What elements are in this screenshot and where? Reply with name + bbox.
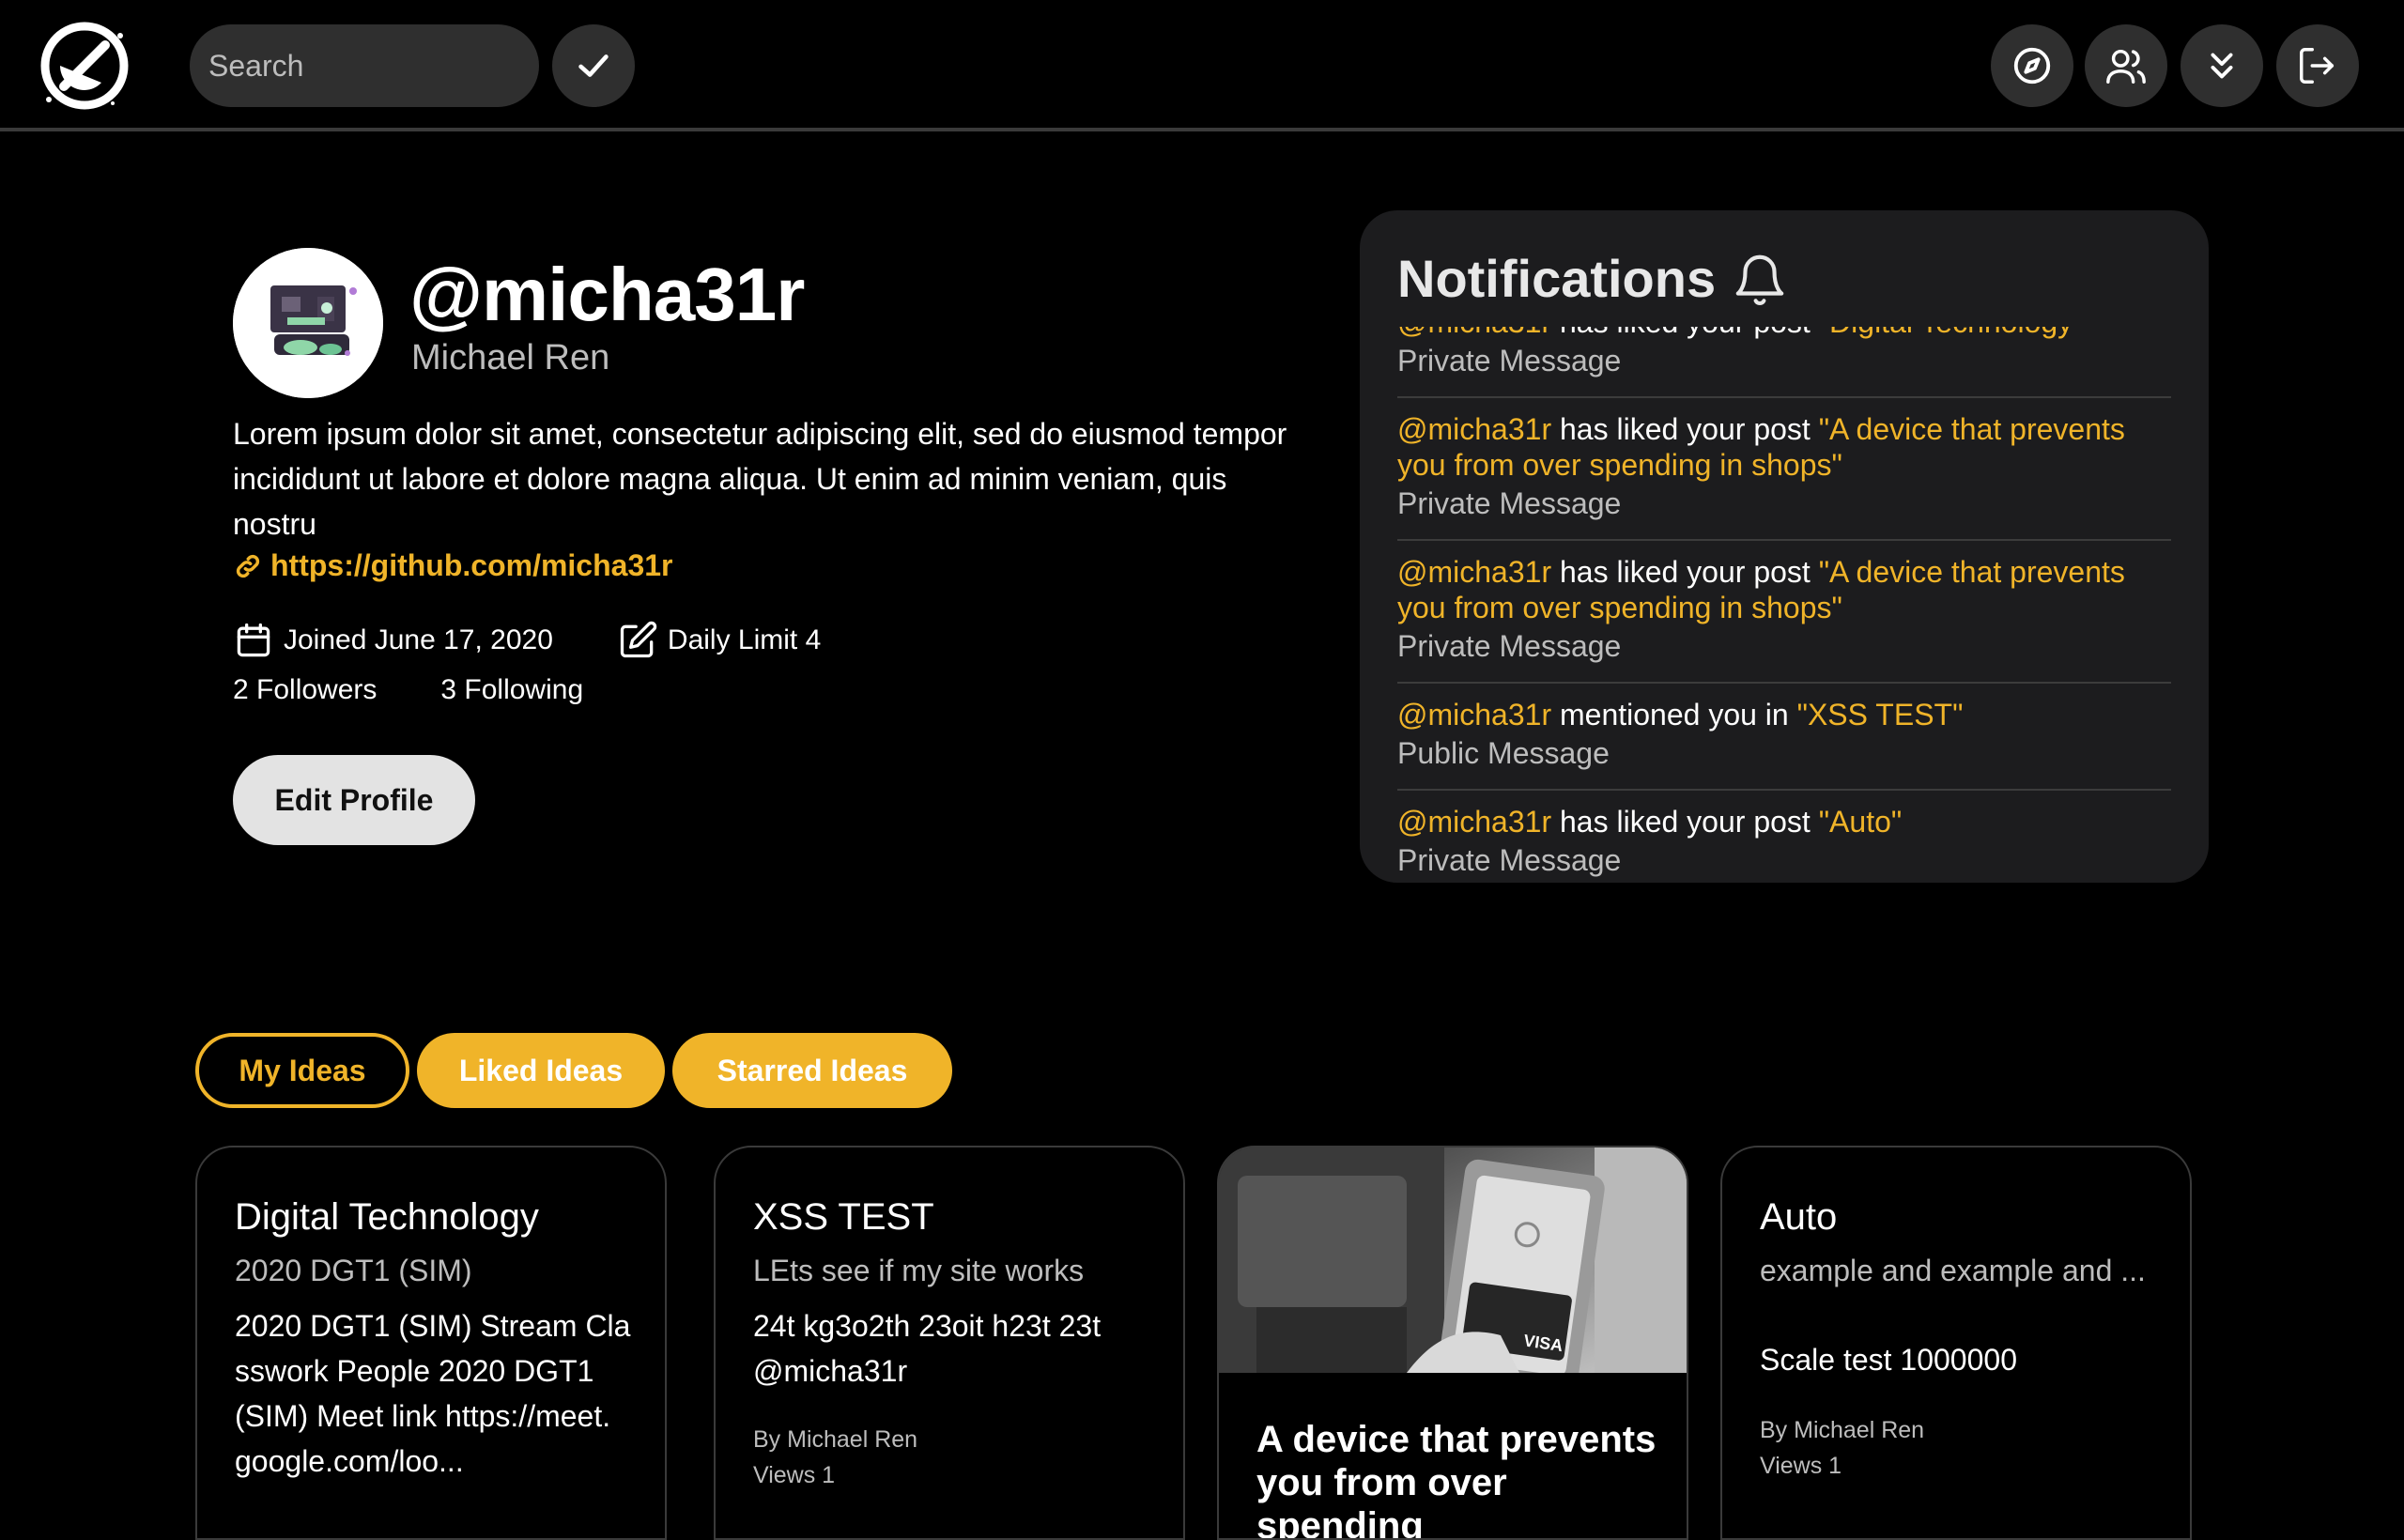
profile-name: Michael Ren (411, 338, 610, 377)
idea-card-title: Digital Technology (235, 1196, 539, 1238)
following-count[interactable]: 3 Following (440, 674, 583, 706)
idea-card-author: By Michael Ren (753, 1426, 918, 1453)
notification-type: Private Message (1397, 629, 1622, 663)
notification-item[interactable]: @micha31r mentioned you in "XSS TEST" Pu… (1397, 684, 2171, 791)
edit-profile-button[interactable]: Edit Profile (233, 755, 475, 845)
calendar-icon (237, 623, 270, 657)
explore-button[interactable] (1991, 24, 2073, 107)
notification-user[interactable]: @micha31r (1397, 805, 1551, 839)
profile-link[interactable]: https://github.com/micha31r (233, 548, 672, 583)
joined-text: Joined June 17, 2020 (284, 624, 553, 655)
idea-card-image: VISA (1219, 1147, 1687, 1373)
idea-card-title: A device that prevents you from over spe… (1256, 1419, 1657, 1540)
idea-card-author: By Michael Ren (1760, 1417, 1925, 1443)
notification-target[interactable]: "Digital Technology" (1819, 327, 2084, 339)
notification-action: has liked your post (1551, 412, 1819, 446)
idea-card[interactable]: Auto example and example and ... Scale t… (1720, 1146, 2192, 1540)
search-submit-button[interactable] (552, 24, 635, 107)
tab-liked-ideas[interactable]: Liked Ideas (417, 1033, 665, 1108)
profile-bio: Lorem ipsum dolor sit amet, consectetur … (233, 417, 1287, 541)
idea-card[interactable]: Digital Technology 2020 DGT1 (SIM) 2020 … (195, 1146, 667, 1540)
search-input[interactable] (190, 24, 539, 107)
joined-date: Joined June 17, 2020 (233, 620, 553, 661)
notification-action: has liked your post (1551, 555, 1819, 589)
idea-card-title: Auto (1760, 1196, 1838, 1238)
bell-icon[interactable] (1731, 250, 1789, 308)
notification-item[interactable]: @micha31r has liked your post "Auto" Pri… (1397, 791, 2171, 883)
link-icon (236, 554, 260, 578)
idea-card[interactable]: VISA A device that prevents you from ove… (1217, 1146, 1688, 1540)
logout-icon (2300, 48, 2335, 84)
notification-user[interactable]: @micha31r (1397, 555, 1551, 589)
logout-button[interactable] (2276, 24, 2359, 107)
profile-handle: @micha31r (409, 253, 805, 336)
tab-starred-ideas[interactable]: Starred Ideas (672, 1033, 952, 1108)
follow-stats: 2 Followers 3 Following (233, 674, 583, 706)
daily-limit-text: Daily Limit 4 (667, 624, 822, 655)
notification-action: mentioned you in (1551, 698, 1797, 732)
notification-user[interactable]: @micha31r (1397, 698, 1551, 732)
idea-card-body: Scale test 1000000 (1760, 1343, 2017, 1377)
notifications-header: Notifications (1397, 248, 1789, 309)
notification-action: has liked your post (1551, 805, 1819, 839)
notification-type: Private Message (1397, 843, 1622, 877)
check-icon (578, 54, 609, 77)
profile-link-text[interactable]: https://github.com/micha31r (270, 548, 672, 583)
idea-card-views: Views 1 (753, 1462, 836, 1488)
users-icon (2106, 49, 2146, 84)
idea-card-subtitle: example and example and ... (1760, 1254, 2146, 1287)
notification-item[interactable]: @micha31r has liked your post "A device … (1397, 541, 2171, 684)
idea-card-body: 2020 DGT1 (SIM) Stream Cla sswork People… (235, 1309, 631, 1478)
notification-type: Public Message (1397, 736, 1610, 770)
top-navbar (0, 0, 2404, 131)
notification-type: Private Message (1397, 486, 1622, 520)
idea-card-title: XSS TEST (753, 1196, 934, 1238)
idea-card-body: 24t kg3o2th 23oit h23t 23t @micha31r (753, 1309, 1102, 1388)
idea-card-subtitle: 2020 DGT1 (SIM) (235, 1254, 472, 1287)
idea-card-subtitle: LEts see if my site works (753, 1254, 1085, 1287)
notification-target[interactable]: "XSS TEST" (1797, 698, 1964, 732)
daily-limit: Daily Limit 4 (617, 620, 821, 661)
notification-item[interactable]: @micha31r has liked your post "A device … (1397, 398, 2171, 541)
compass-icon (2013, 47, 2051, 85)
idea-card[interactable]: XSS TEST LEts see if my site works 24t k… (714, 1146, 1185, 1540)
edit-icon (620, 621, 657, 658)
chevrons-down-icon (2211, 53, 2233, 79)
more-menu-button[interactable] (2181, 24, 2263, 107)
idea-card-views: Views 1 (1760, 1453, 1842, 1479)
notification-type: Private Message (1397, 344, 1622, 377)
notification-target[interactable]: "Auto" (1819, 805, 1903, 839)
profile-meta: Joined June 17, 2020 Daily Limit 4 (233, 620, 821, 661)
notifications-title: Notifications (1397, 249, 1717, 308)
tab-my-ideas[interactable]: My Ideas (195, 1033, 409, 1108)
notification-user[interactable]: @micha31r (1397, 412, 1551, 446)
avatar (233, 248, 383, 398)
notification-action: has liked your post (1551, 327, 1819, 339)
notification-item[interactable]: @micha31r has liked your post "Digital T… (1397, 327, 2171, 398)
people-button[interactable] (2085, 24, 2167, 107)
logo-icon[interactable] (36, 17, 133, 115)
notifications-list[interactable]: @micha31r has liked your post "Digital T… (1397, 327, 2171, 883)
notifications-panel: Notifications @micha31r has liked your p… (1360, 210, 2209, 883)
notification-user[interactable]: @micha31r (1397, 327, 1551, 339)
followers-count[interactable]: 2 Followers (233, 674, 377, 706)
